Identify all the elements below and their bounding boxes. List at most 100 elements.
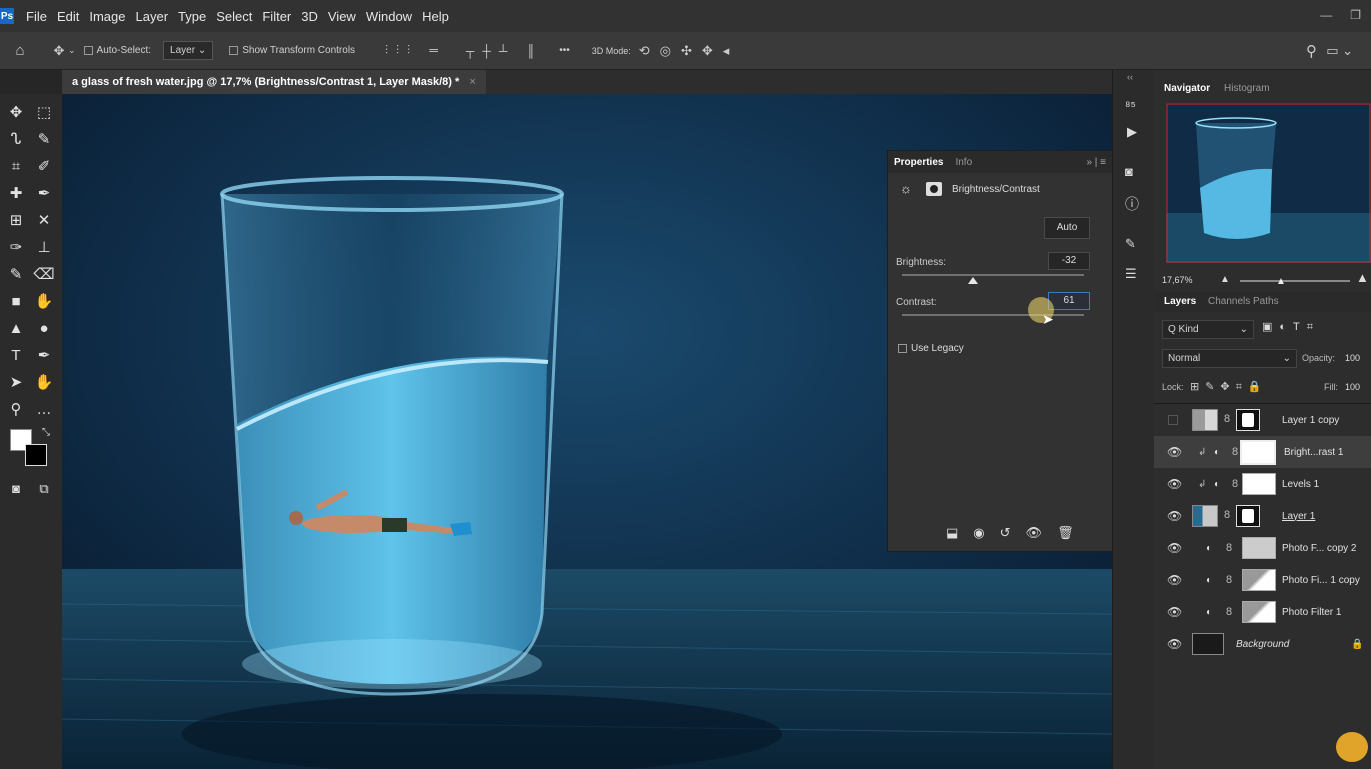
tab-info[interactable]: Info xyxy=(955,157,972,168)
eye-icon[interactable]: 👁 xyxy=(1167,541,1182,555)
mask-icon[interactable] xyxy=(926,182,942,196)
type-tool-icon[interactable]: T xyxy=(4,345,28,367)
3d-mode-icons[interactable]: ⟲◎✣✥◂ xyxy=(639,43,740,59)
contrast-input[interactable]: 61 xyxy=(1048,292,1090,310)
layer-row[interactable]: 👁 ◐ 8 Photo Filter 1 xyxy=(1154,596,1371,628)
blend-mode-dropdown[interactable]: Normal ⌄ xyxy=(1162,349,1297,368)
move-tool-icon[interactable]: ✥ xyxy=(50,43,68,59)
eye-icon[interactable]: 👁 xyxy=(1167,477,1182,491)
delete-icon[interactable]: 🗑 xyxy=(1057,525,1074,541)
align-icons[interactable]: ⫶⫶⫶ ═ xyxy=(385,43,446,58)
brush-tool-icon[interactable]: ✒ xyxy=(32,183,56,205)
minimize-icon[interactable]: — xyxy=(1320,8,1332,22)
chevron-down-icon[interactable]: ⌄ xyxy=(68,45,76,56)
eyedropper-icon[interactable]: ✐ xyxy=(32,156,56,178)
eye-icon[interactable]: 👁 xyxy=(1167,509,1182,523)
brightness-input[interactable]: -32 xyxy=(1048,252,1090,270)
visibility-icon[interactable]: 👁 xyxy=(1026,525,1043,541)
screen-mode-icon[interactable]: ⧉ xyxy=(32,478,56,500)
layer-row-selected[interactable]: 👁 ↲ ◐ 8 Bright...rast 1 xyxy=(1154,436,1371,468)
visibility-toggle-off[interactable] xyxy=(1168,415,1178,425)
lasso-tool-icon[interactable]: ᔐ xyxy=(4,129,28,151)
more-options[interactable]: ••• xyxy=(559,45,570,56)
stamp-tool-icon[interactable]: ⊞ xyxy=(4,210,28,232)
contrast-slider-track[interactable] xyxy=(902,314,1084,316)
quick-mask-icon[interactable]: ◙ xyxy=(4,478,28,500)
layer-filter-icons[interactable]: ▣◐T⌗ xyxy=(1262,320,1320,334)
auto-button[interactable]: Auto xyxy=(1044,217,1090,239)
use-legacy-checkbox[interactable] xyxy=(898,344,907,353)
menu-image[interactable]: Image xyxy=(89,9,125,24)
menu-select[interactable]: Select xyxy=(216,9,252,24)
crop-tool-icon[interactable]: ⌗ xyxy=(4,156,28,178)
menu-type[interactable]: Type xyxy=(178,9,206,24)
close-tab-icon[interactable]: × xyxy=(469,76,475,88)
history-brush-icon[interactable]: ✕ xyxy=(32,210,56,232)
layer-row[interactable]: 👁 8 Layer 1 xyxy=(1154,500,1371,532)
blur-tool-icon[interactable]: ✋ xyxy=(32,291,56,313)
opacity-value[interactable]: 100 xyxy=(1345,353,1360,363)
brightness-slider-thumb[interactable] xyxy=(968,277,978,284)
layer-row[interactable]: 👁 ↲ ◐ 8 Levels 1 xyxy=(1154,468,1371,500)
eye-icon[interactable]: 👁 xyxy=(1167,637,1182,651)
tab-channels[interactable]: Channels xyxy=(1208,296,1250,307)
brush-settings-icon[interactable]: ✎ xyxy=(1125,236,1136,252)
document-tab[interactable]: a glass of fresh water.jpg @ 17,7% (Brig… xyxy=(62,70,486,94)
home-icon[interactable]: ⌂ xyxy=(10,42,30,59)
navigator-preview[interactable] xyxy=(1166,103,1371,263)
actions-icon[interactable]: ▶ xyxy=(1127,124,1137,140)
reset-icon[interactable]: ↺ xyxy=(1000,525,1011,541)
healing-brush-icon[interactable]: ✚ xyxy=(4,183,28,205)
move-tool-icon[interactable]: ✥ xyxy=(4,102,28,124)
zoom-level[interactable]: 17,67% xyxy=(1162,275,1193,285)
layer-row[interactable]: 👁 ◐ 8 Photo Fi... 1 copy xyxy=(1154,564,1371,596)
clip-to-layer-icon[interactable]: ⬓ xyxy=(946,525,958,541)
search-icon[interactable]: ⚲ xyxy=(1306,42,1317,60)
dodge-tool-icon[interactable]: ▲ xyxy=(4,318,28,340)
zoom-out-icon[interactable]: ▲ xyxy=(1220,274,1230,285)
avatar[interactable] xyxy=(1336,732,1368,762)
fill-value[interactable]: 100 xyxy=(1345,382,1360,392)
more-tools-icon[interactable]: … xyxy=(32,399,56,421)
eraser-icon[interactable]: ✎ xyxy=(4,264,28,286)
kind-filter-dropdown[interactable]: Q Kind ⌄ xyxy=(1162,320,1254,339)
path-select-icon[interactable]: ➤ xyxy=(4,372,28,394)
brightness-slider-track[interactable] xyxy=(902,274,1084,276)
photoshop-logo-icon[interactable]: Ps xyxy=(0,8,14,24)
show-transform-checkbox[interactable] xyxy=(229,46,239,55)
tab-navigator[interactable]: Navigator xyxy=(1164,83,1210,94)
pen-tool-icon[interactable]: ✒ xyxy=(32,345,56,367)
properties-icon[interactable]: ☰ xyxy=(1125,266,1137,282)
eye-icon[interactable]: 👁 xyxy=(1167,445,1182,459)
menu-view[interactable]: View xyxy=(328,9,356,24)
smudge-tool-icon[interactable]: ● xyxy=(32,318,56,340)
zoom-slider-track[interactable] xyxy=(1240,280,1350,282)
layer-row[interactable]: 👁 ◐ 8 Photo F... copy 2 xyxy=(1154,532,1371,564)
info-icon[interactable]: ⓘ xyxy=(1125,194,1139,214)
menu-filter[interactable]: Filter xyxy=(262,9,291,24)
history-icon[interactable]: ⁸⁵ xyxy=(1125,98,1136,113)
distribute-icons[interactable]: ┬┼┴ ║ xyxy=(466,44,543,58)
swap-colors-icon[interactable]: ⤡ xyxy=(34,422,58,444)
menu-layer[interactable]: Layer xyxy=(136,9,169,24)
tab-paths[interactable]: Paths xyxy=(1253,296,1279,307)
clone-stamp-icon[interactable]: ⊥ xyxy=(32,237,56,259)
layer-row[interactable]: 8 Layer 1 copy xyxy=(1154,404,1371,436)
menu-help[interactable]: Help xyxy=(422,9,449,24)
eye-icon[interactable]: 👁 xyxy=(1167,605,1182,619)
menu-window[interactable]: Window xyxy=(366,9,412,24)
quick-select-icon[interactable]: ✎ xyxy=(32,129,56,151)
panel-menu-icon[interactable]: » | ≡ xyxy=(1086,157,1106,168)
restore-icon[interactable]: ❐ xyxy=(1350,8,1361,22)
zoom-in-icon[interactable]: ▲ xyxy=(1356,270,1369,285)
eye-icon[interactable]: 👁 xyxy=(1167,573,1182,587)
menu-edit[interactable]: Edit xyxy=(57,9,79,24)
zoom-tool-icon[interactable]: ⚲ xyxy=(4,399,28,421)
brush-icon[interactable]: ✑ xyxy=(4,237,28,259)
background-color-swatch[interactable] xyxy=(25,444,47,466)
eraser-alt-icon[interactable]: ⌫ xyxy=(32,264,56,286)
marquee-tool-icon[interactable]: ⬚ xyxy=(32,102,56,124)
menu-file[interactable]: File xyxy=(26,9,47,24)
zoom-slider-thumb[interactable]: ▲ xyxy=(1276,276,1286,287)
lock-icons[interactable]: ⊞✎✥⌗🔒 xyxy=(1190,380,1268,394)
